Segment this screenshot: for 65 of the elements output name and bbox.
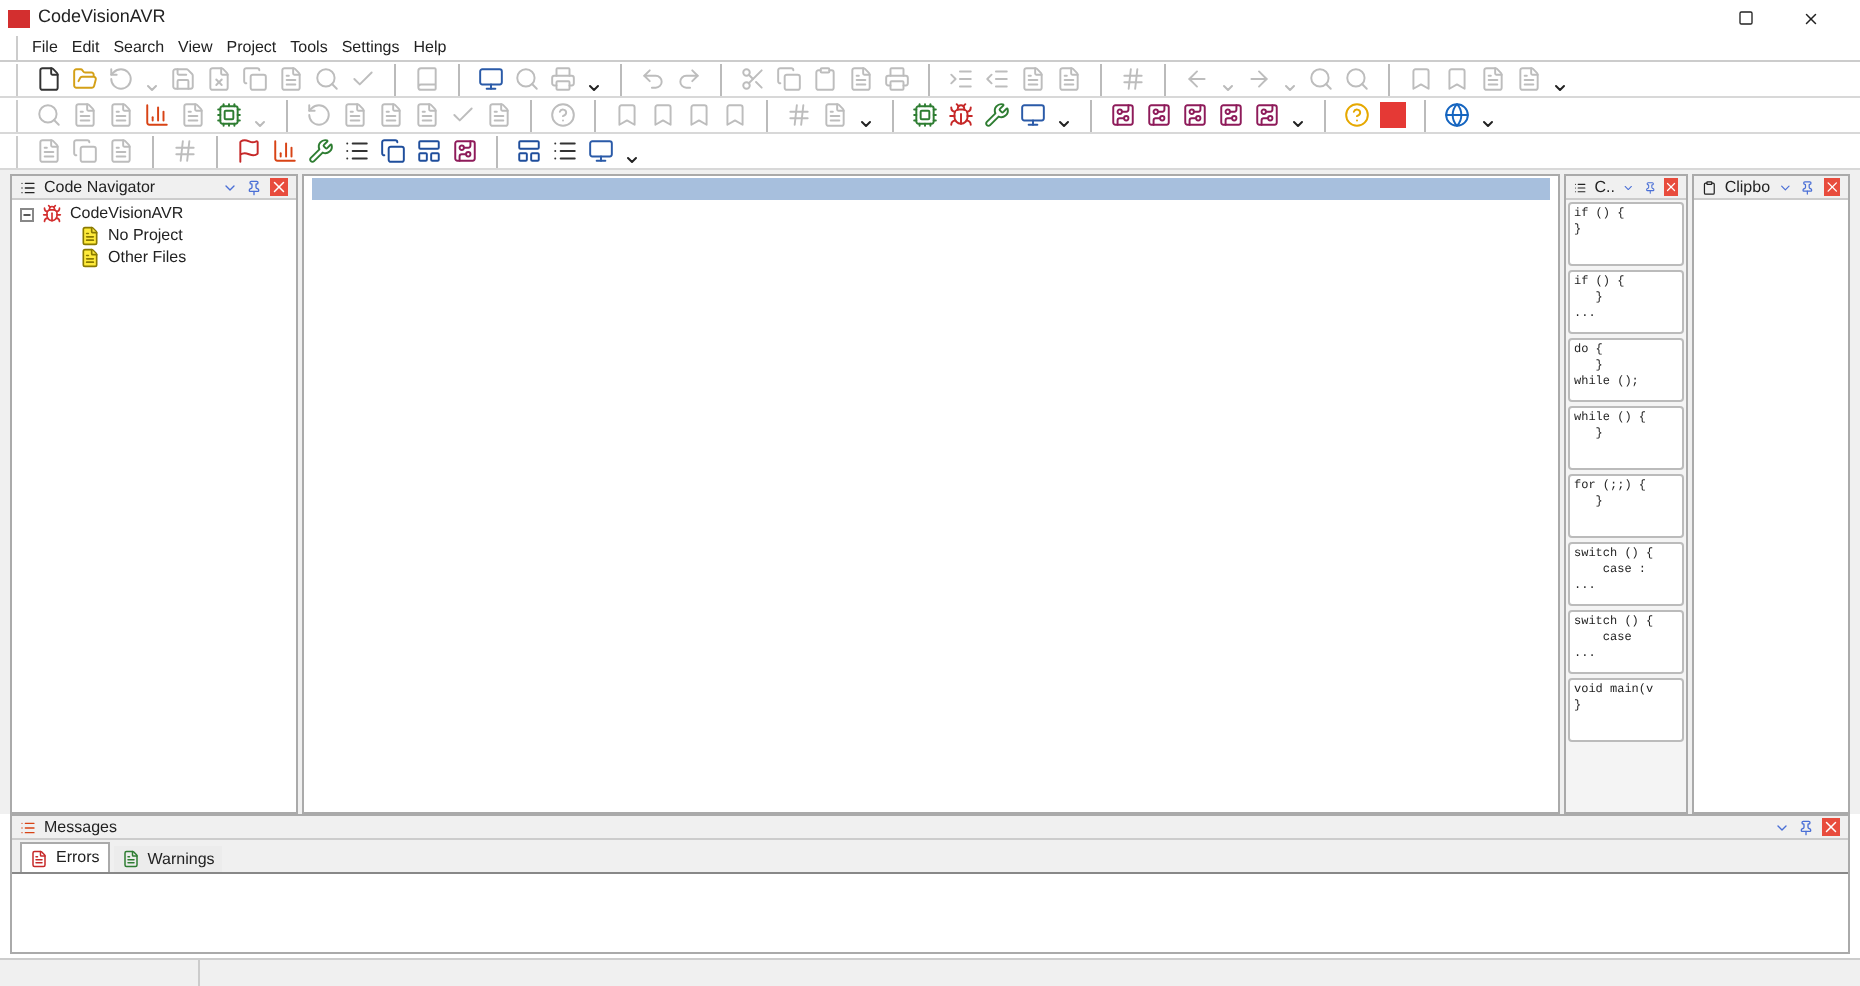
tree-item[interactable]: No Project — [108, 228, 183, 244]
pin-icon[interactable] — [1798, 819, 1814, 835]
circuit-board-icon[interactable] — [1182, 102, 1208, 128]
menu-item[interactable]: Settings — [341, 40, 400, 56]
chart-icon[interactable] — [144, 102, 170, 128]
window-icon[interactable] — [416, 138, 442, 164]
window-title: CodeVisionAVR — [38, 4, 168, 31]
panel-title: Messages — [44, 819, 119, 835]
chart-icon[interactable] — [272, 138, 298, 164]
monitor-icon[interactable] — [588, 138, 614, 164]
document-icon — [80, 248, 100, 268]
tab[interactable]: Errors — [20, 842, 110, 872]
panel-title: C.. — [1594, 179, 1615, 195]
circuit-board-icon[interactable] — [1218, 102, 1244, 128]
close-icon[interactable] — [1802, 9, 1820, 27]
tree-icon — [20, 179, 36, 195]
panel-title: Code Navigator — [44, 179, 158, 195]
panel-title: Clipbo — [1724, 179, 1771, 195]
caret-icon[interactable] — [586, 79, 602, 95]
circuit-board-icon[interactable] — [452, 138, 478, 164]
monitor-icon[interactable] — [1020, 102, 1046, 128]
document-icon — [30, 849, 48, 867]
caret-icon[interactable] — [624, 151, 640, 167]
caret-icon[interactable] — [858, 115, 874, 131]
flag-icon[interactable] — [236, 138, 262, 164]
menu-item[interactable]: Edit — [71, 40, 100, 56]
help-icon[interactable] — [1344, 102, 1370, 128]
clipboard-icon — [1702, 179, 1717, 195]
caret-icon[interactable] — [1056, 115, 1072, 131]
restore-icon[interactable] — [1738, 10, 1754, 26]
circuit-board-icon[interactable] — [1110, 102, 1136, 128]
tree-toggle[interactable] — [20, 207, 34, 221]
menu-item[interactable]: Project — [226, 40, 277, 56]
chip-icon[interactable] — [216, 102, 242, 128]
caret-icon[interactable] — [1480, 115, 1496, 131]
caret-icon[interactable] — [1552, 79, 1568, 95]
circuit-board-icon[interactable] — [1146, 102, 1172, 128]
bug-icon[interactable] — [948, 102, 974, 128]
menu-item[interactable]: Search — [113, 40, 165, 56]
tree-item[interactable]: CodeVisionAVR — [70, 206, 184, 222]
pin-icon[interactable] — [1643, 179, 1656, 195]
pin-icon[interactable] — [246, 179, 262, 195]
list-icon — [20, 819, 36, 835]
bug-icon — [42, 204, 62, 224]
wrench-icon[interactable] — [308, 138, 334, 164]
menu-item[interactable]: Help — [413, 40, 447, 56]
folder-icon[interactable] — [72, 66, 98, 92]
tree-item[interactable]: Other Files — [108, 250, 187, 266]
pin-icon[interactable] — [1800, 179, 1816, 195]
menu-item[interactable]: Tools — [290, 40, 328, 56]
wrench-icon[interactable] — [984, 102, 1010, 128]
tab[interactable]: Warnings — [113, 846, 223, 872]
monitor-icon[interactable] — [478, 66, 504, 92]
caret-icon[interactable] — [1290, 115, 1306, 131]
chip-icon[interactable] — [912, 102, 938, 128]
file-icon[interactable] — [36, 66, 62, 92]
list-icon — [1574, 179, 1587, 195]
document-icon — [121, 850, 140, 868]
window-icon[interactable] — [516, 138, 542, 164]
menu-item[interactable]: File — [32, 40, 58, 56]
menu-item[interactable]: View — [178, 40, 213, 56]
copy-icon[interactable] — [380, 138, 406, 164]
document-icon — [80, 226, 100, 246]
globe-icon[interactable] — [1444, 102, 1470, 128]
circuit-board-icon[interactable] — [1254, 102, 1280, 128]
